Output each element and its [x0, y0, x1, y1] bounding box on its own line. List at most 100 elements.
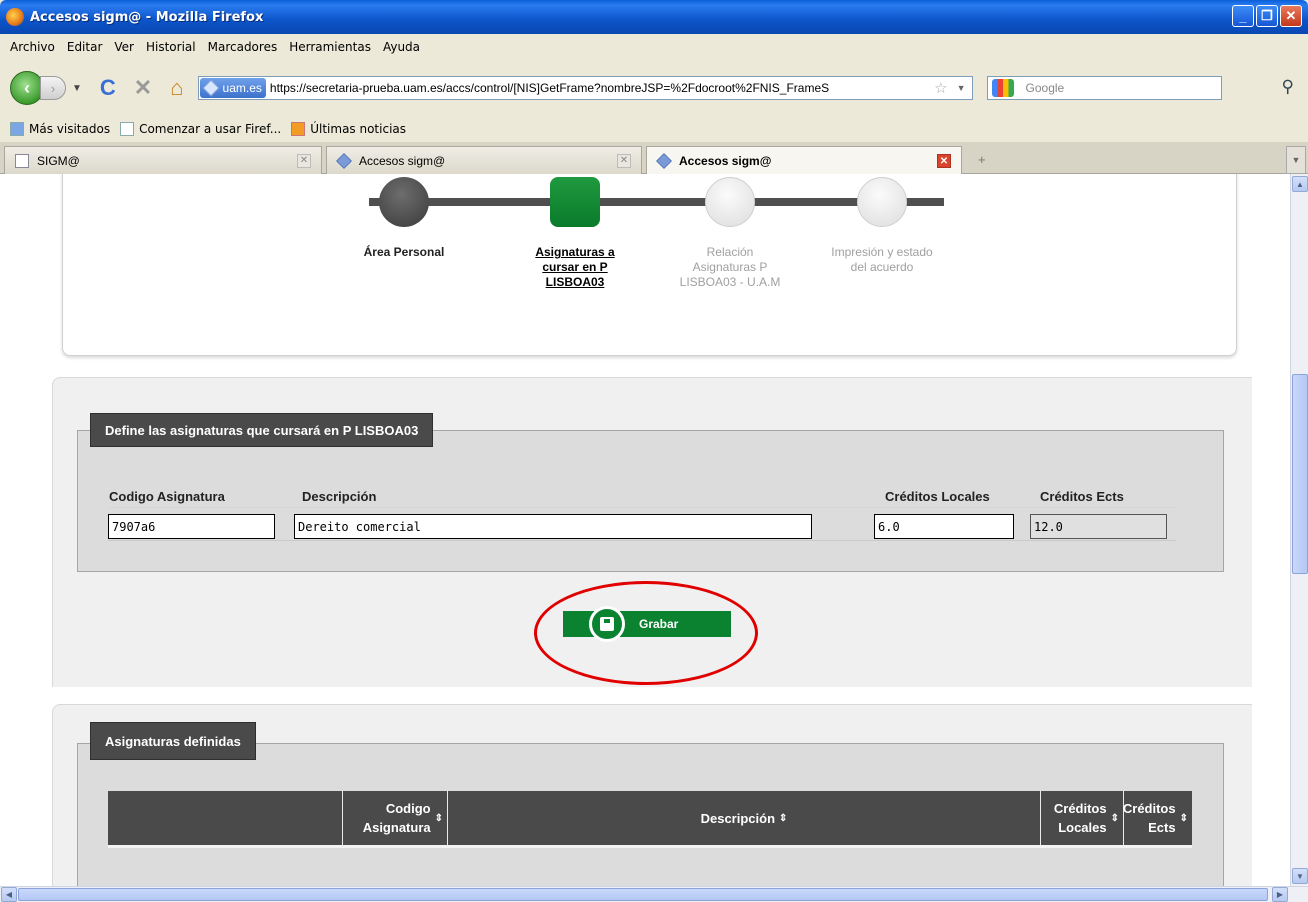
col-select: [108, 791, 343, 845]
defined-subjects-panel: Asignaturas definidas Codigo Asignatura ⇕…: [52, 704, 1252, 886]
menu-historial[interactable]: Historial: [146, 40, 196, 54]
step-1-marker: [379, 177, 429, 227]
bookmark-label: Comenzar a usar Firef...: [139, 122, 282, 136]
scroll-down-icon[interactable]: ▼: [1292, 868, 1308, 884]
vertical-scroll-thumb[interactable]: [1292, 374, 1308, 574]
col-description[interactable]: Descripción ⇕: [448, 791, 1041, 845]
close-window-button[interactable]: ✕: [1280, 5, 1302, 27]
menu-ayuda[interactable]: Ayuda: [383, 40, 420, 54]
history-dropdown-icon[interactable]: ▼: [72, 83, 82, 94]
horizontal-scrollbar[interactable]: ◀ ▶: [0, 886, 1308, 902]
tab-label: Accesos sigm@: [359, 153, 446, 168]
window-titlebar: Accesos sigm@ - Mozilla Firefox _ ❐ ✕: [0, 0, 1308, 34]
minimize-button[interactable]: _: [1232, 5, 1254, 27]
site-icon: [336, 152, 352, 169]
step-3-label: Relación Asignaturas P LISBOA03 - U.A.M: [679, 245, 781, 289]
menu-editar[interactable]: Editar: [67, 40, 103, 54]
page-icon: [15, 153, 29, 168]
defined-subjects-fieldset: Asignaturas definidas Codigo Asignatura ⇕…: [77, 722, 1224, 886]
tab-sigma[interactable]: SIGM@ ✕: [4, 146, 322, 174]
scroll-left-icon[interactable]: ◀: [1, 887, 17, 902]
progress-steps-panel: Área Personal Asignaturas a cursar en P …: [62, 174, 1237, 356]
new-tab-icon[interactable]: +: [978, 152, 986, 167]
menu-herramientas[interactable]: Herramientas: [289, 40, 371, 54]
header-code: Codigo Asignatura: [109, 489, 225, 504]
navigation-toolbar: ‹ › ▼ C ✕ ⌂ uam.es https://secretaria-pr…: [0, 60, 1308, 116]
search-icon[interactable]: ⚲: [1282, 77, 1294, 97]
subjects-table-header: Codigo Asignatura ⇕ Descripción ⇕ Créditos…: [108, 791, 1192, 848]
bookmark-star-icon[interactable]: ☆: [934, 79, 947, 97]
bookmark-comenzar[interactable]: Comenzar a usar Firef...: [120, 122, 281, 136]
tab-label: SIGM@: [37, 153, 80, 168]
folder-icon: [10, 122, 24, 136]
bookmark-label: Más visitados: [29, 122, 111, 136]
firefox-icon: [6, 8, 24, 26]
col-local-credits[interactable]: Créditos Locales ⇕: [1041, 791, 1124, 845]
code-input[interactable]: 7907a6: [108, 514, 275, 539]
sort-icon: ⇕: [1179, 812, 1188, 824]
sort-icon: ⇕: [434, 812, 443, 824]
define-subjects-fieldset: Define las asignaturas que cursará en P …: [77, 413, 1224, 572]
horizontal-scroll-thumb[interactable]: [18, 888, 1268, 901]
step-1-label[interactable]: Área Personal: [349, 245, 459, 260]
header-ects-credits: Créditos Ects: [1040, 489, 1124, 504]
tab-accesos-1[interactable]: Accesos sigm@ ✕: [326, 146, 642, 174]
description-input[interactable]: Dereito comercial: [294, 514, 812, 539]
reload-icon[interactable]: C: [100, 75, 116, 101]
local-credits-input[interactable]: 6.0: [874, 514, 1014, 539]
tab-close-icon[interactable]: ✕: [937, 154, 951, 168]
menu-archivo[interactable]: Archivo: [10, 40, 55, 54]
scroll-up-icon[interactable]: ▲: [1292, 176, 1308, 192]
url-text[interactable]: https://secretaria-prueba.uam.es/accs/co…: [270, 81, 940, 95]
search-placeholder: Google: [1025, 81, 1065, 95]
step-2-label[interactable]: Asignaturas a cursar en P LISBOA03: [520, 245, 630, 290]
page-icon: [120, 122, 135, 136]
sort-icon: ⇕: [1110, 812, 1119, 824]
stop-icon[interactable]: ✕: [134, 75, 152, 101]
step-2-marker: [550, 177, 600, 227]
back-button[interactable]: ‹: [10, 71, 44, 105]
highlight-ellipse-annotation: [534, 581, 758, 685]
col-local-credits-label: Créditos Locales: [1053, 801, 1107, 835]
vertical-scrollbar[interactable]: ▲ ▼: [1290, 174, 1308, 886]
tab-close-icon[interactable]: ✕: [297, 153, 311, 168]
site-badge-label: uam.es: [222, 81, 262, 95]
site-icon: [202, 79, 220, 97]
col-code[interactable]: Codigo Asignatura ⇕: [343, 791, 448, 845]
tab-close-icon[interactable]: ✕: [617, 153, 631, 168]
rss-icon: [291, 122, 306, 136]
defined-subjects-legend: Asignaturas definidas: [90, 722, 256, 760]
ects-credits-input[interactable]: 12.0: [1030, 514, 1167, 539]
menu-bar: Archivo Editar Ver Historial Marcadores …: [0, 34, 1308, 60]
header-description: Descripción: [302, 489, 377, 504]
search-bar[interactable]: Google: [986, 76, 1222, 100]
tab-label: Accesos sigm@: [679, 154, 772, 168]
col-ects-credits-label: Créditos Ects: [1122, 801, 1176, 835]
bookmark-label: Últimas noticias: [310, 122, 407, 136]
menu-ver[interactable]: Ver: [114, 40, 134, 54]
page-viewport: Área Personal Asignaturas a cursar en P …: [0, 174, 1290, 886]
col-ects-credits[interactable]: Créditos Ects ⇕: [1122, 791, 1192, 845]
home-icon[interactable]: ⌂: [170, 75, 183, 101]
site-icon: [656, 153, 672, 169]
maximize-button[interactable]: ❐: [1256, 5, 1278, 27]
define-subjects-panel: Define las asignaturas que cursará en P …: [52, 377, 1252, 687]
forward-button[interactable]: ›: [40, 76, 66, 100]
url-bar[interactable]: uam.es https://secretaria-prueba.uam.es/…: [197, 76, 973, 100]
menu-marcadores[interactable]: Marcadores: [208, 40, 278, 54]
scroll-right-icon[interactable]: ▶: [1272, 887, 1288, 902]
tab-accesos-2[interactable]: Accesos sigm@ ✕: [646, 146, 962, 175]
define-subjects-legend: Define las asignaturas que cursará en P …: [90, 413, 434, 447]
tab-list-dropdown-icon[interactable]: ▼: [1286, 146, 1306, 174]
step-3-marker: [705, 177, 755, 227]
col-description-label: Descripción: [700, 810, 776, 826]
site-identity-badge[interactable]: uam.es: [199, 78, 266, 98]
bookmark-mas-visitados[interactable]: Más visitados: [10, 122, 110, 136]
sort-icon: ⇕: [779, 812, 788, 824]
col-code-label: Codigo Asignatura: [362, 801, 431, 835]
bookmark-ultimas-noticias[interactable]: Últimas noticias: [291, 122, 406, 136]
url-dropdown-icon[interactable]: ▼: [957, 83, 966, 93]
window-title: Accesos sigm@ - Mozilla Firefox: [30, 9, 264, 25]
tab-bar: SIGM@ ✕ Accesos sigm@ ✕ Accesos sigm@ ✕ …: [0, 142, 1308, 175]
google-icon[interactable]: [991, 79, 1014, 97]
